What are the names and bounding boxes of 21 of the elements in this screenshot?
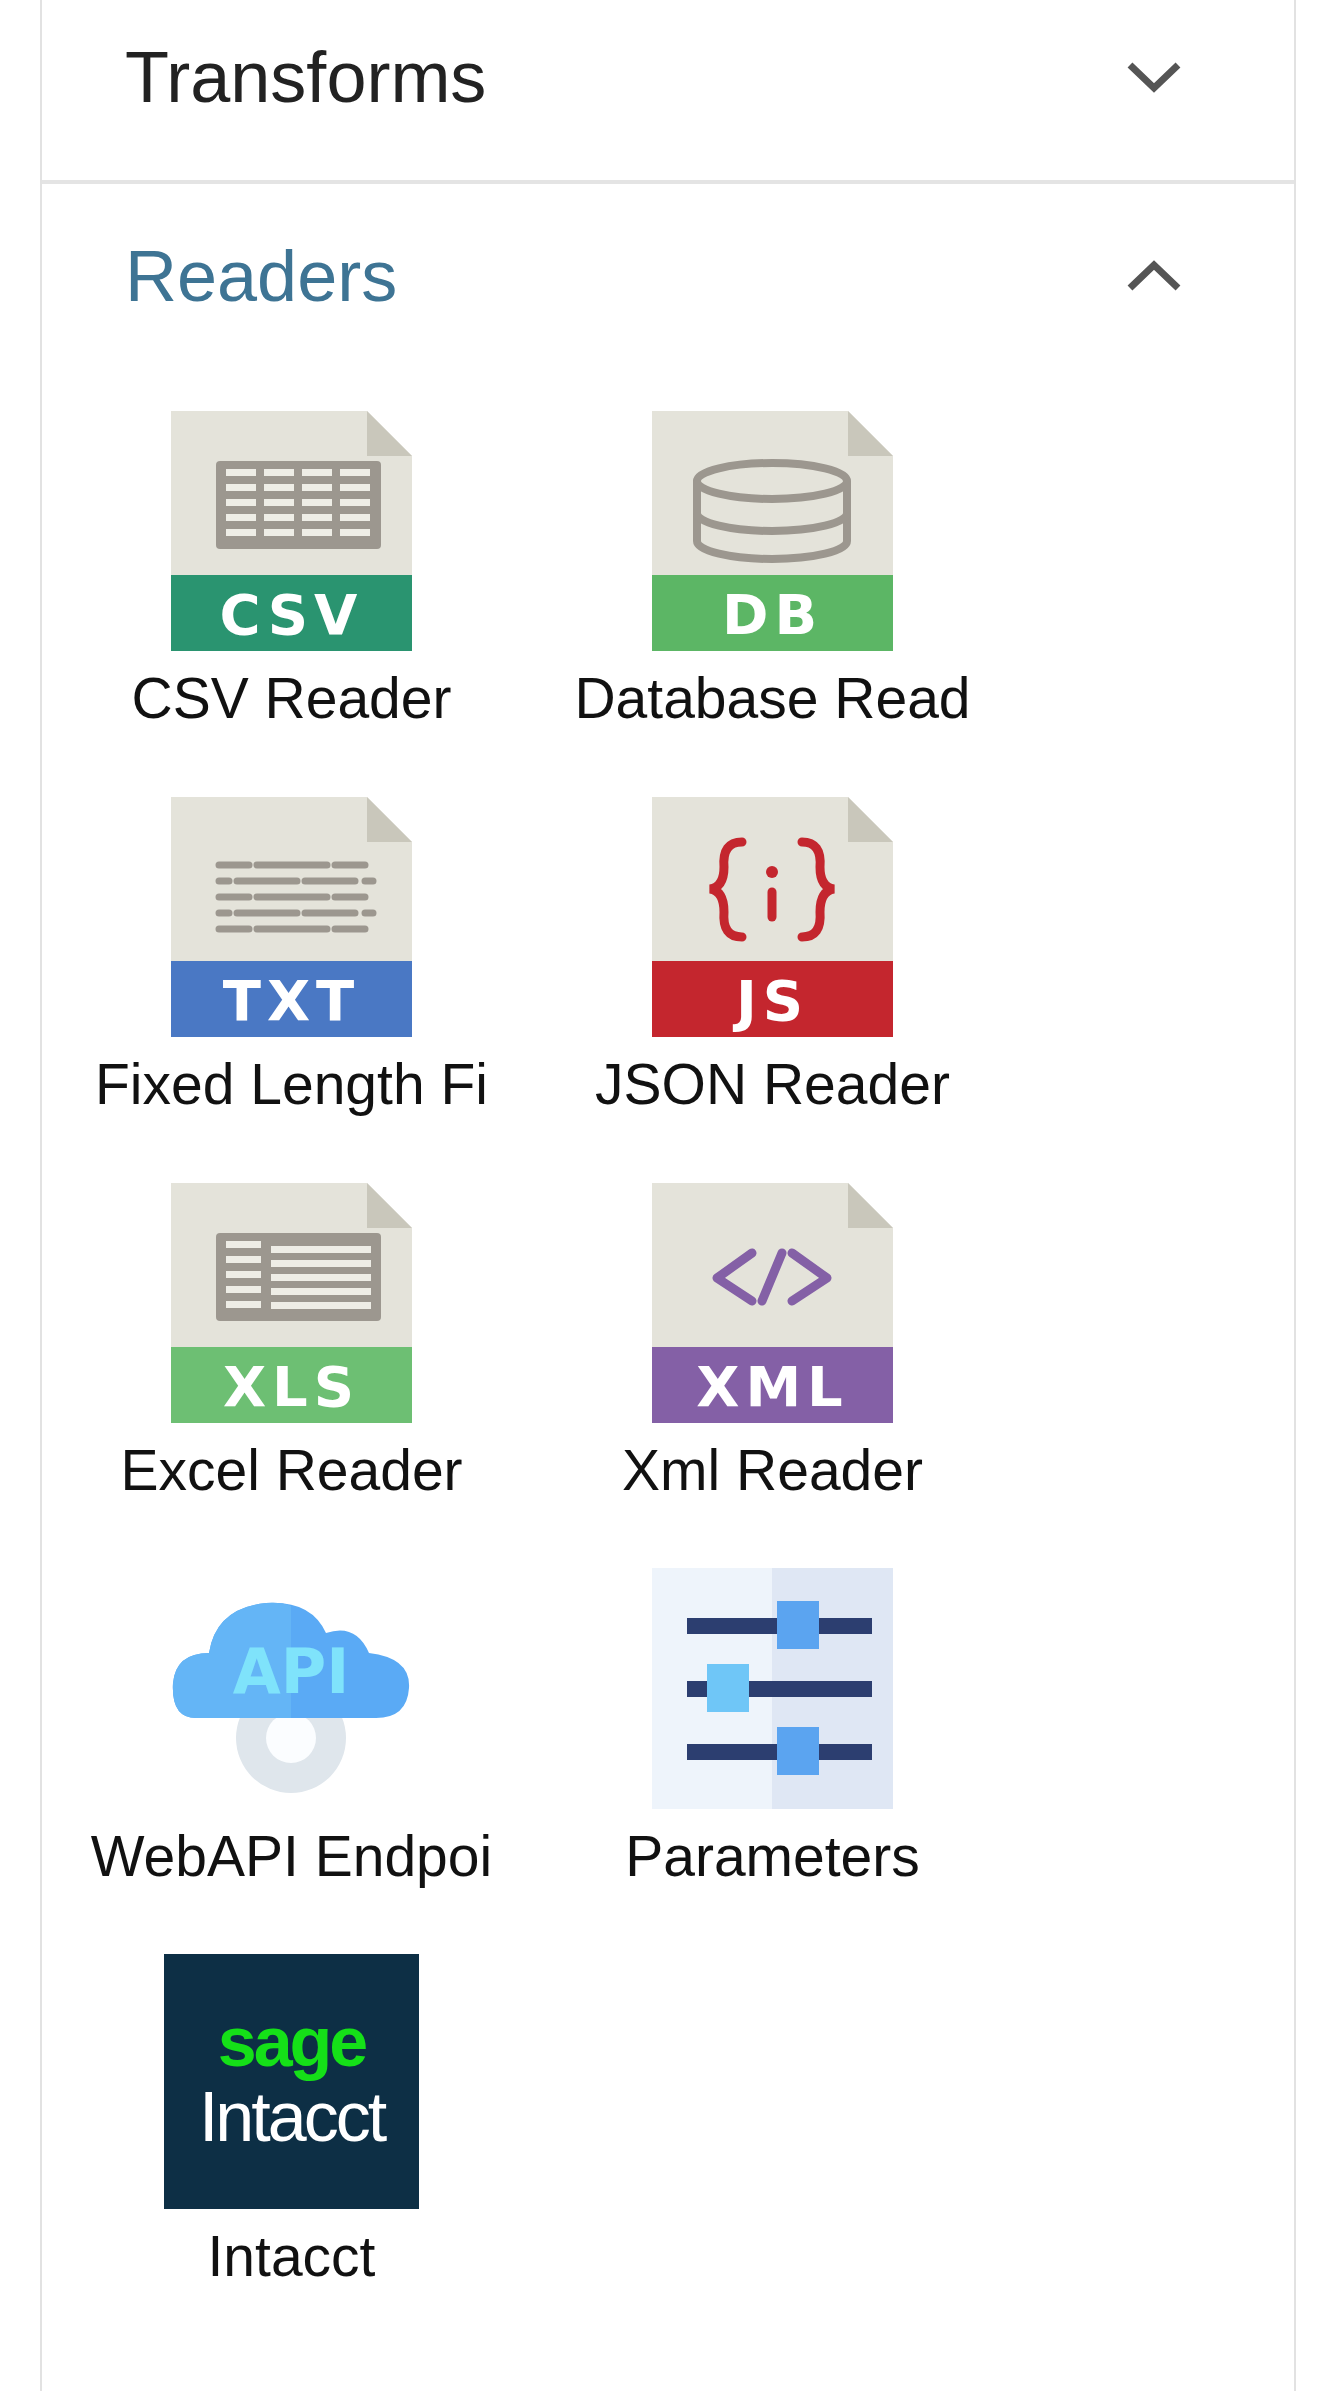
csv-file-icon: CSV [171,410,412,651]
item-label[interactable]: Xml Reader [622,1437,923,1504]
js-file-icon: JS [652,796,893,1037]
item-label[interactable]: Parameters [625,1823,920,1890]
item-label[interactable]: Excel Reader [120,1437,463,1504]
item-label[interactable]: Database Read [574,665,971,732]
item-label[interactable]: WebAPI Endpoi [90,1823,493,1890]
logo: sage Intacct [164,1954,419,2209]
txt-file-icon: TXT [171,796,412,1037]
xls-file-icon: XLS [171,1182,412,1423]
item-label[interactable]: JSON Reader [595,1051,950,1118]
db-file-icon: DB [652,410,893,651]
section-title[interactable]: Transforms [125,35,487,119]
chevron-down-icon[interactable] [1126,61,1182,93]
section-title[interactable]: Readers [125,234,398,318]
item-label[interactable]: CSV Reader [131,665,452,732]
item-label[interactable]: Fixed Length Fi [95,1051,488,1118]
sliders-icon [652,1568,893,1809]
chevron-up-icon[interactable] [1126,260,1182,292]
item-label[interactable]: Intacct [207,2223,376,2290]
xml-file-icon: XML [652,1182,893,1423]
